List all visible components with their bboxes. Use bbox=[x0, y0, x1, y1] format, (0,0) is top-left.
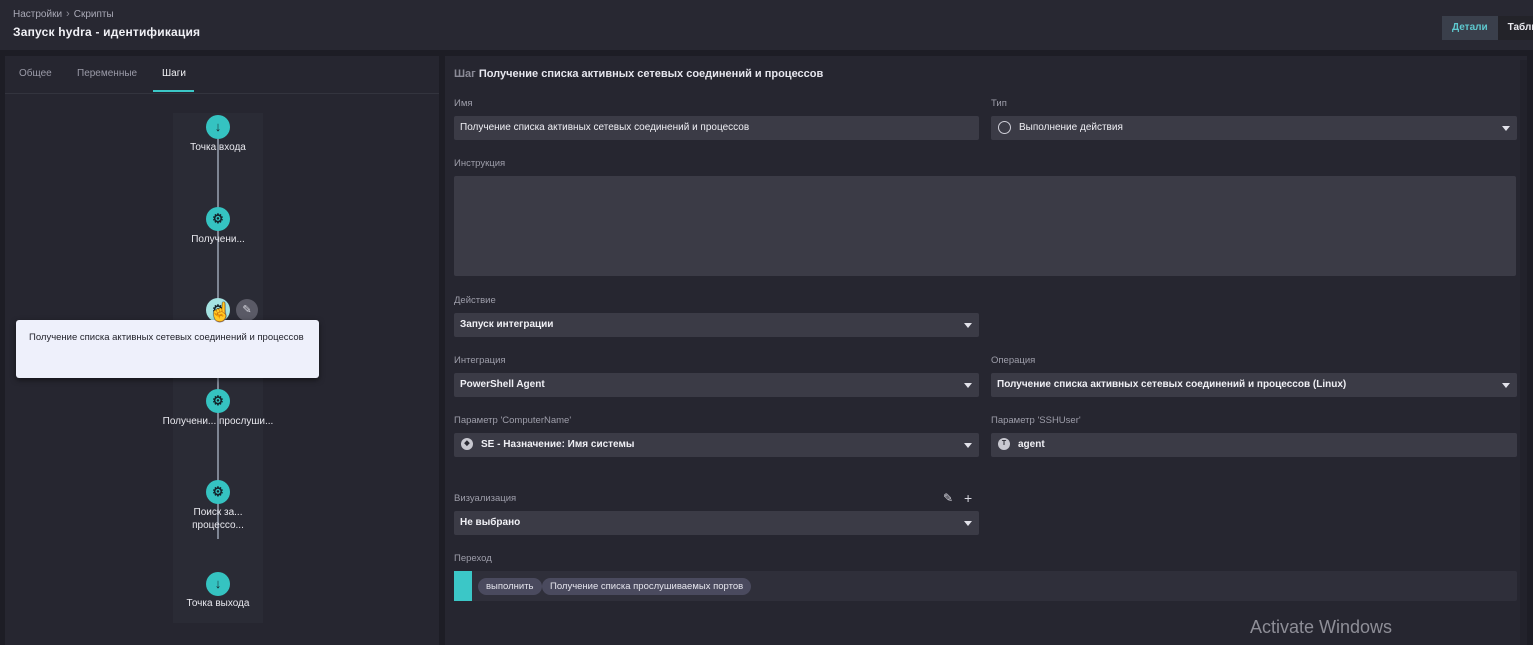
chevron-right-icon: › bbox=[66, 8, 70, 20]
step-title-text: Получение списка активных сетевых соедин… bbox=[478, 68, 824, 80]
param-sshuser-field[interactable]: Tagent bbox=[991, 433, 1517, 457]
integration-select[interactable]: PowerShell Agent bbox=[454, 373, 979, 397]
dropdown-caret-icon bbox=[964, 443, 972, 448]
step-title: Шаг Получение списка активных сетевых со… bbox=[454, 68, 823, 80]
edit-pencil-icon[interactable]: ✎ bbox=[236, 299, 258, 321]
flow-node-gear-icon[interactable]: ⚙ bbox=[206, 480, 230, 504]
transition-target-pill[interactable]: Получение списка прослушиваемых портов bbox=[542, 578, 752, 595]
param-computername-value: SE - Назначение: Имя системы bbox=[481, 439, 635, 450]
dropdown-caret-icon bbox=[964, 323, 972, 328]
page-title: Запуск hydra - идентификация bbox=[13, 25, 201, 39]
flow-node-label: Получени... прослуши... bbox=[162, 416, 274, 427]
breadcrumb: Настройки › Скрипты bbox=[13, 8, 114, 20]
visualization-label: Визуализация bbox=[454, 493, 517, 504]
operation-label: Операция bbox=[991, 355, 1036, 366]
breadcrumb-scripts[interactable]: Скрипты bbox=[74, 9, 114, 20]
script-tabs: Общее Переменные Шаги bbox=[5, 56, 439, 94]
activation-watermark: Activate Windows bbox=[1250, 617, 1393, 637]
details-view-button[interactable]: Детали bbox=[1442, 16, 1498, 40]
flow-node-gear-icon[interactable]: ⚙ bbox=[206, 389, 230, 413]
flow-node-exit[interactable]: ↓ bbox=[206, 572, 230, 596]
transition-label: Переход bbox=[454, 553, 492, 564]
flow-node-entry[interactable]: ↓ bbox=[206, 115, 230, 139]
visualization-value: Не выбрано bbox=[460, 517, 521, 528]
flow-diagram[interactable]: ↓ Точка входа ⚙ Получени... ⚙ ✎ ⚙ Получе… bbox=[5, 93, 439, 645]
dropdown-caret-icon bbox=[1502, 383, 1510, 388]
instruction-label: Инструкция bbox=[454, 158, 506, 169]
tab-general[interactable]: Общее bbox=[19, 68, 52, 79]
action-select[interactable]: Запуск интеграции bbox=[454, 313, 979, 337]
dropdown-caret-icon bbox=[964, 521, 972, 526]
dropdown-caret-icon bbox=[964, 383, 972, 388]
add-plus-icon[interactable]: + bbox=[964, 490, 972, 506]
transition-marker bbox=[454, 571, 472, 601]
step-details-panel: Шаг Получение списка активных сетевых со… bbox=[445, 56, 1527, 645]
type-label: Тип bbox=[991, 98, 1007, 109]
transition-row[interactable]: выполнить Получение списка прослушиваемы… bbox=[454, 571, 1517, 601]
param-computername-label: Параметр 'ComputerName' bbox=[454, 415, 572, 426]
flow-node-gear-icon[interactable]: ⚙ bbox=[206, 207, 230, 231]
param-sshuser-value: agent bbox=[1018, 439, 1045, 450]
dropdown-caret-icon bbox=[1502, 126, 1510, 131]
tab-variables[interactable]: Переменные bbox=[77, 68, 137, 79]
view-switch: Детали Табли bbox=[1442, 16, 1533, 40]
step-prefix: Шаг bbox=[454, 68, 476, 80]
table-view-button[interactable]: Табли bbox=[1497, 16, 1533, 40]
breadcrumb-settings[interactable]: Настройки bbox=[13, 9, 62, 20]
flow-node-label: Поиск за... процессо... bbox=[192, 507, 244, 531]
instruction-textarea[interactable] bbox=[454, 176, 1516, 276]
edit-pencil-icon[interactable]: ✎ bbox=[943, 491, 953, 505]
node-tooltip: Получение списка активных сетевых соедин… bbox=[16, 320, 319, 378]
type-select[interactable]: Выполнение действия bbox=[991, 116, 1517, 140]
radio-circle-icon bbox=[998, 120, 1011, 134]
name-label: Имя bbox=[454, 98, 473, 109]
flow-node-label: Точка выхода bbox=[186, 598, 250, 609]
type-value: Выполнение действия bbox=[1019, 122, 1123, 133]
action-value: Запуск интеграции bbox=[460, 319, 554, 330]
integration-label: Интеграция bbox=[454, 355, 506, 366]
page-header: Настройки › Скрипты Запуск hydra - идент… bbox=[0, 0, 1533, 50]
steps-panel: Общее Переменные Шаги ↓ Точка входа ⚙ По… bbox=[5, 56, 439, 645]
text-constant-icon: T bbox=[998, 438, 1010, 451]
tab-steps[interactable]: Шаги bbox=[162, 68, 186, 79]
transition-condition-pill[interactable]: выполнить bbox=[478, 578, 542, 595]
name-field[interactable]: Получение списка активных сетевых соедин… bbox=[454, 116, 979, 140]
flow-node-label: Получени... bbox=[191, 234, 245, 245]
page-scrollbar[interactable] bbox=[1520, 60, 1527, 645]
flow-node-label: Точка входа bbox=[190, 142, 246, 153]
hand-cursor-icon: ☝ bbox=[209, 302, 232, 322]
variable-icon: ◆ bbox=[461, 438, 473, 451]
param-sshuser-label: Параметр 'SSHUser' bbox=[991, 415, 1081, 426]
integration-value: PowerShell Agent bbox=[460, 379, 545, 390]
operation-value: Получение списка активных сетевых соедин… bbox=[997, 379, 1347, 390]
active-tab-indicator bbox=[153, 90, 194, 92]
visualization-select[interactable]: Не выбрано bbox=[454, 511, 979, 535]
action-label: Действие bbox=[454, 295, 496, 306]
param-computername-select[interactable]: ◆ SE - Назначение: Имя системы bbox=[454, 433, 979, 457]
operation-select[interactable]: Получение списка активных сетевых соедин… bbox=[991, 373, 1517, 397]
